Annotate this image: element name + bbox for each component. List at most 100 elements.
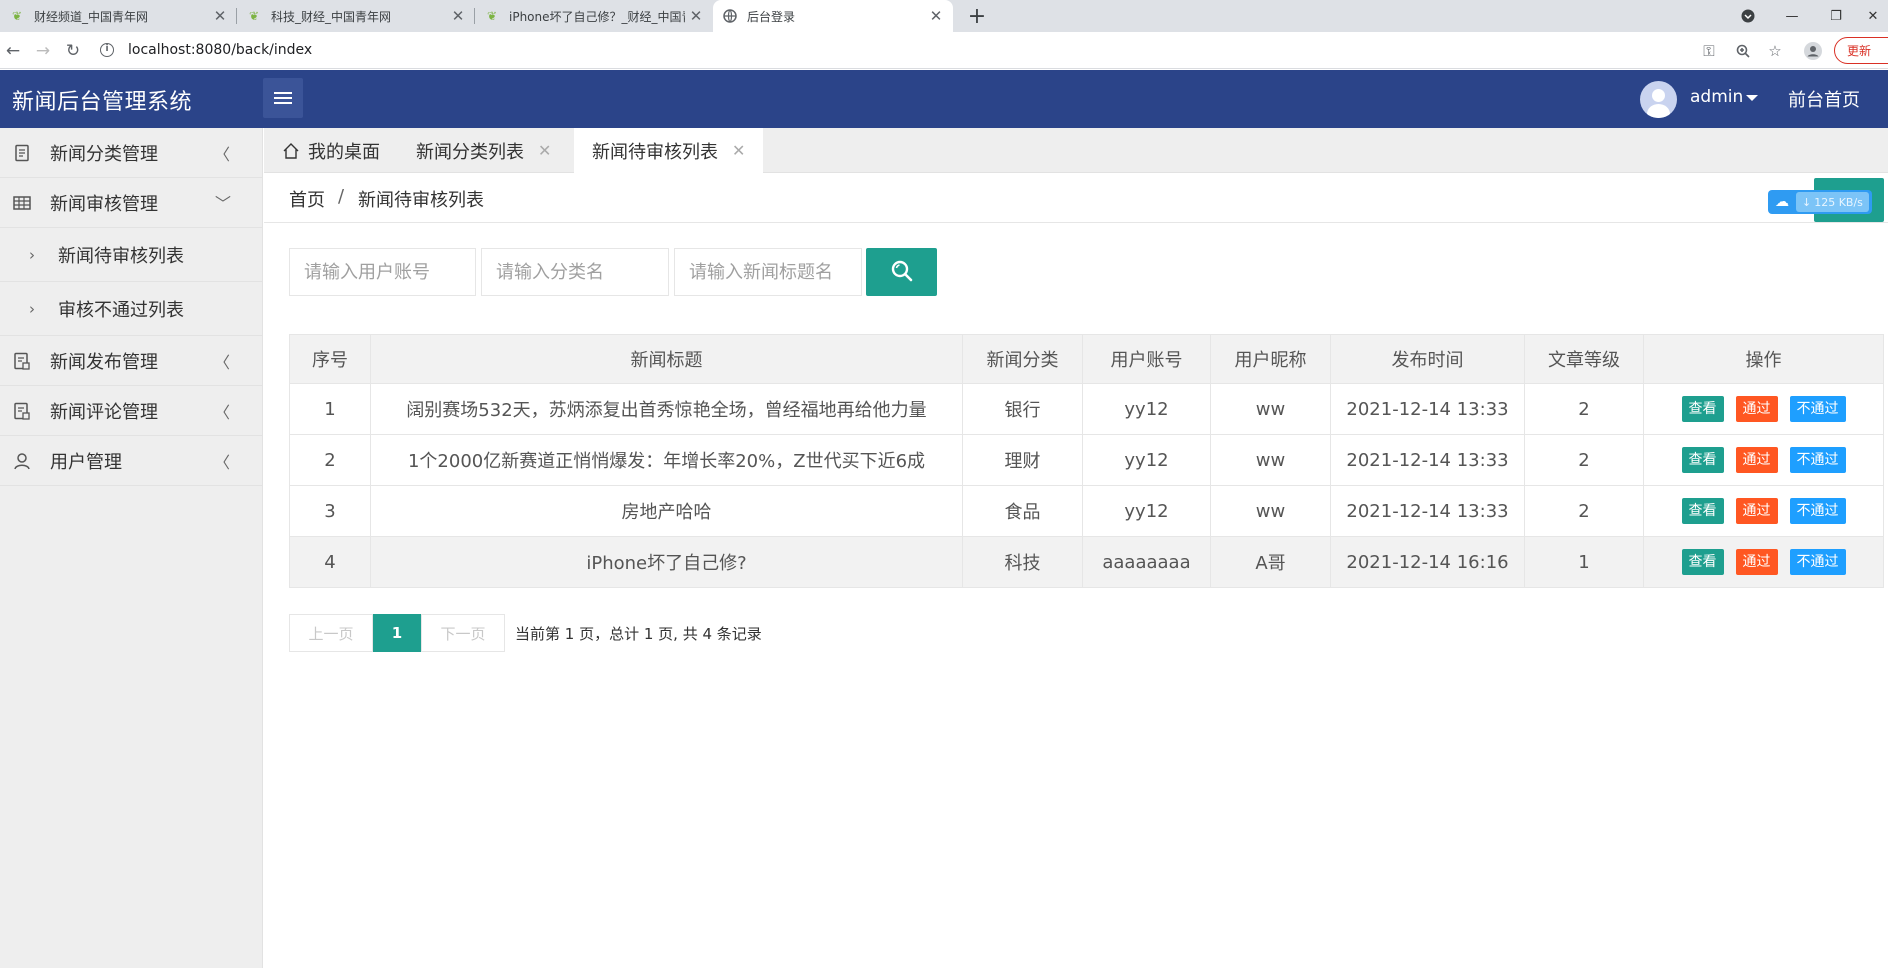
tab-search-icon[interactable] [1726,0,1770,32]
view-button[interactable]: 查看 [1681,498,1724,524]
back-icon[interactable]: ← [0,38,26,64]
reject-button[interactable]: 不通过 [1789,549,1846,575]
sidebar-item-review[interactable]: 新闻审核管理 〈 [0,178,262,228]
chevron-left-icon: 〈 [214,402,231,422]
minimize-icon[interactable]: — [1770,0,1814,32]
browser-tab[interactable]: ❦ 财经频道_中国青年网 ✕ [0,0,237,32]
close-icon[interactable]: ✕ [538,141,551,160]
column-header: 新闻分类 [962,334,1083,384]
news-title: 阔别赛场532天，苏炳添复出首秀惊艳全场，曾经福地再给他力量 [370,383,963,435]
sidebar-subitem-label: 审核不通过列表 [58,299,184,321]
row-actions: 查看 通过 不通过 [1643,383,1884,435]
tab-pending-review[interactable]: 新闻待审核列表 ✕ [574,128,764,173]
username[interactable]: admin [1690,87,1743,107]
user-nickname: ww [1210,485,1331,537]
prev-page-button[interactable]: 上一页 [289,614,373,652]
close-icon[interactable]: ✕ [685,7,707,25]
site-favicon-icon: ❦ [11,9,23,23]
hamburger-icon [274,92,292,94]
sidebar-subitem-pending[interactable]: › 新闻待审核列表 [0,228,262,282]
star-icon[interactable]: ☆ [1764,40,1786,62]
title-search-input[interactable] [674,248,862,296]
close-icon[interactable]: ✕ [732,141,745,160]
window-close-icon[interactable]: ✕ [1858,0,1888,32]
sidebar-item-category[interactable]: 新闻分类管理 〈 [0,128,262,178]
update-button[interactable]: 更新 [1834,37,1888,64]
sidebar-subitem-label: 新闻待审核列表 [58,245,184,267]
tab-desktop[interactable]: 我的桌面 [264,128,398,173]
sidebar-item-publish[interactable]: 新闻发布管理 〈 [0,336,262,386]
sidebar-subitem-rejected[interactable]: › 审核不通过列表 [0,282,262,336]
url-field[interactable]: i localhost:8080/back/index [100,36,1720,64]
user-nickname: A哥 [1210,536,1331,588]
view-button[interactable]: 查看 [1681,549,1724,575]
close-icon[interactable]: ✕ [209,7,231,25]
column-header: 文章等级 [1524,334,1644,384]
sidebar-item-comment[interactable]: 新闻评论管理 〈 [0,386,262,436]
table-icon [13,194,31,212]
sidebar-item-users[interactable]: 用户管理 〈 [0,436,262,486]
close-icon[interactable]: ✕ [447,7,469,25]
row-number: 4 [289,536,371,588]
sidebar-item-label: 新闻发布管理 [50,351,158,373]
row-actions: 查看 通过 不通过 [1643,536,1884,588]
approve-button[interactable]: 通过 [1735,447,1778,473]
approve-button[interactable]: 通过 [1735,549,1778,575]
approve-button[interactable]: 通过 [1735,396,1778,422]
breadcrumb-home[interactable]: 首页 [289,186,325,212]
reject-button[interactable]: 不通过 [1789,396,1846,422]
chevron-left-icon: 〈 [214,352,231,372]
close-icon[interactable]: ✕ [925,7,947,25]
app-logo: 新闻后台管理系统 [12,90,193,115]
user-account: yy12 [1082,485,1211,537]
document-icon [13,144,31,162]
forward-icon[interactable]: → [30,38,56,64]
browser-tab[interactable]: ❦ iPhone坏了自己修？_财经_中国青 ✕ [475,0,713,32]
news-category: 食品 [962,485,1083,537]
avatar[interactable] [1640,81,1677,118]
column-header: 用户昵称 [1210,334,1331,384]
restore-icon[interactable]: ❐ [1814,0,1858,32]
site-favicon-icon: ❦ [486,9,498,23]
table-row: 4 iPhone坏了自己修? 科技 aaaaaaaa A哥 2021-12-14… [289,536,1884,588]
browser-tab-title: 后台登录 [747,9,796,24]
browser-tab-strip: ❦ 财经频道_中国青年网 ✕ ❦ 科技_财经_中国青年网 ✕ ❦ iPhone坏… [0,0,1888,32]
globe-icon [723,9,737,23]
browser-tab[interactable]: ❦ 科技_财经_中国青年网 ✕ [237,0,475,32]
info-icon[interactable]: i [100,43,114,57]
caret-down-icon[interactable] [1746,95,1758,101]
page-tab-strip: 我的桌面 新闻分类列表 ✕ 新闻待审核列表 ✕ [264,128,1888,173]
profile-icon[interactable] [1802,40,1824,62]
browser-tab-title: 科技_财经_中国青年网 [271,9,392,24]
key-icon[interactable]: ⚿ [1698,40,1720,62]
tab-category-list[interactable]: 新闻分类列表 ✕ [398,128,569,173]
page-number-button[interactable]: 1 [373,614,421,652]
view-button[interactable]: 查看 [1681,396,1724,422]
front-home-link[interactable]: 前台首页 [1788,86,1860,112]
table-header-row: 序号 新闻标题 新闻分类 用户账号 用户昵称 发布时间 文章等级 操作 [289,334,1884,384]
table-row: 2 1个2000亿新赛道正悄悄爆发：年增长率20%，Z世代买下近6成 理财 yy… [289,434,1884,486]
reject-button[interactable]: 不通过 [1789,498,1846,524]
account-search-input[interactable] [289,248,476,296]
zoom-icon[interactable] [1732,40,1754,62]
category-search-input[interactable] [481,248,669,296]
new-tab-button[interactable]: + [964,3,990,29]
search-button[interactable] [866,248,937,296]
browser-tab-title: 财经频道_中国青年网 [34,9,149,24]
home-icon [282,142,300,160]
approve-button[interactable]: 通过 [1735,498,1778,524]
reload-icon[interactable]: ↻ [60,38,86,64]
user-nickname: ww [1210,383,1331,435]
menu-toggle-button[interactable] [263,78,303,118]
tab-label: 新闻分类列表 [416,141,524,163]
table-row: 3 房地产哈哈 食品 yy12 ww 2021-12-14 13:33 2 查看… [289,485,1884,537]
pagination-info: 当前第 1 页，总计 1 页, 共 4 条记录 [515,624,762,643]
next-page-button[interactable]: 下一页 [421,614,505,652]
news-table: 序号 新闻标题 新闻分类 用户账号 用户昵称 发布时间 文章等级 操作 1 阔别… [289,334,1884,588]
view-button[interactable]: 查看 [1681,447,1724,473]
publish-time: 2021-12-14 13:33 [1330,485,1525,537]
browser-tab-active[interactable]: 后台登录 ✕ [713,0,953,32]
breadcrumb-separator: / [338,186,345,207]
user-account: yy12 [1082,434,1211,486]
reject-button[interactable]: 不通过 [1789,447,1846,473]
